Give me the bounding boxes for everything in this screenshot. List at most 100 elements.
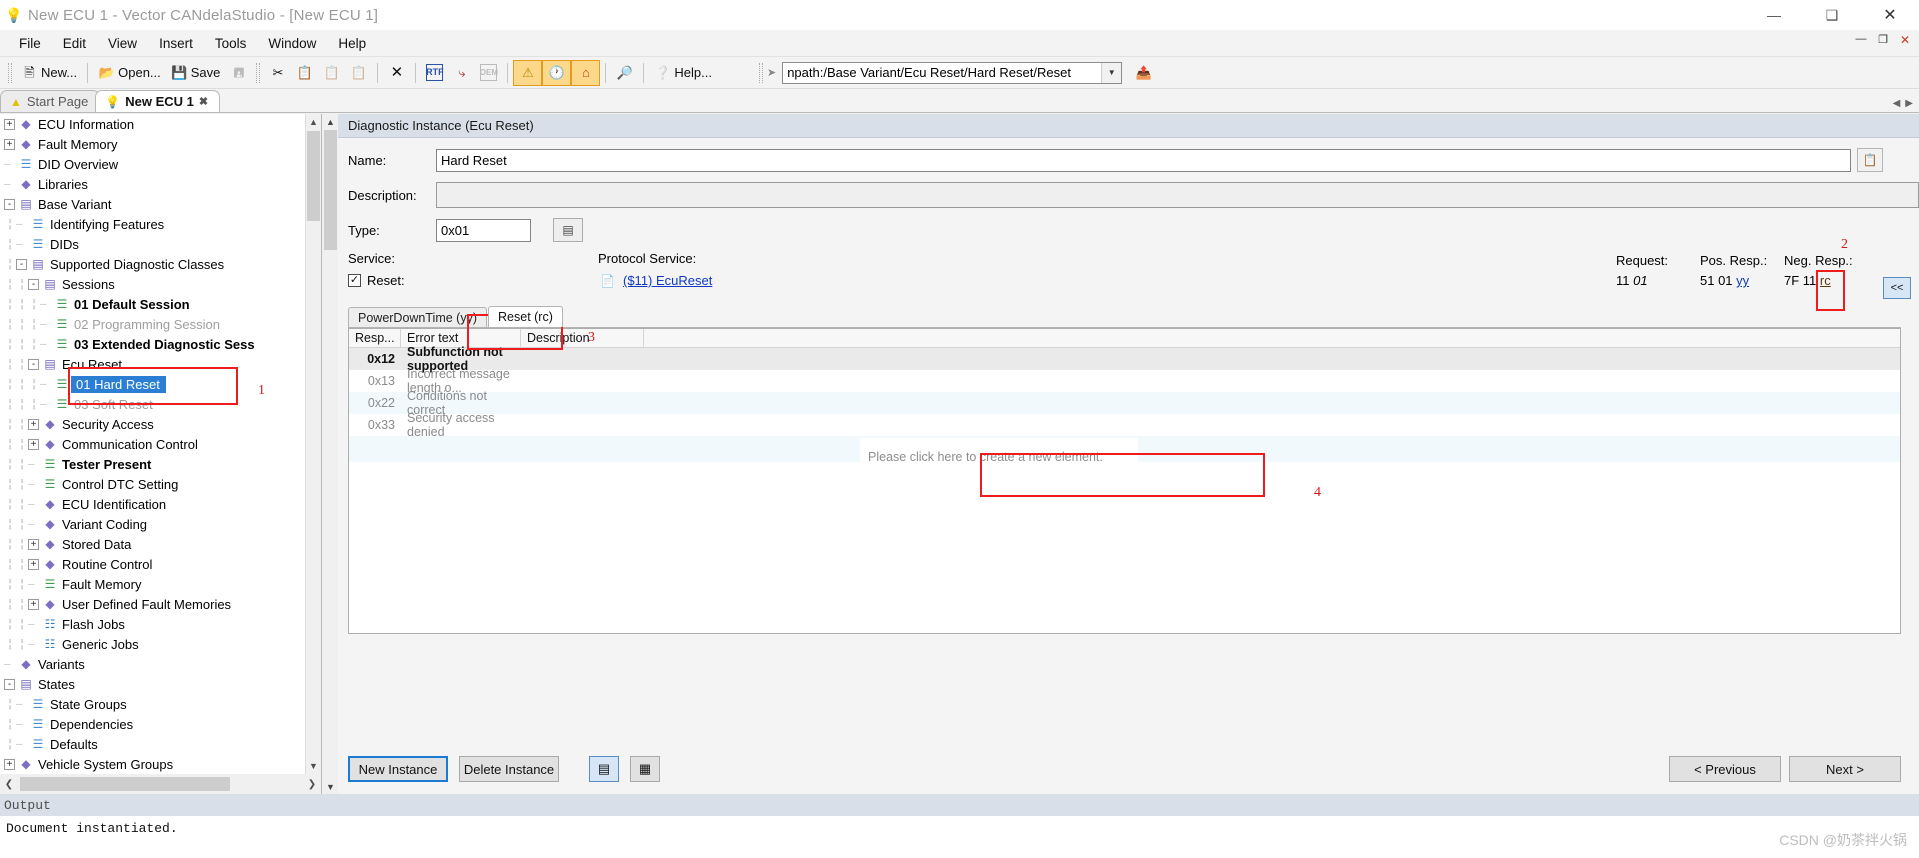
save-button[interactable]: 💾 Save (166, 60, 226, 86)
tree-item-dependencies[interactable]: ¦ ─ ☰ Dependencies (0, 714, 305, 734)
tab-powerdowntime[interactable]: PowerDownTime (yy) (348, 307, 488, 327)
toolbar-grip-2[interactable] (256, 62, 261, 83)
tab-new-ecu-1[interactable]: 💡 New ECU 1 ✖ (95, 90, 221, 112)
paste-special-button[interactable]: 📋 (345, 60, 372, 86)
tab-start-page[interactable]: ▲ Start Page (0, 90, 101, 112)
tree-item-defaults[interactable]: ¦ ─ ☰ Defaults (0, 734, 305, 754)
collapse-icon[interactable]: - (4, 198, 15, 210)
scroll-right-icon[interactable]: ❯ (303, 779, 321, 790)
scroll-up-icon[interactable]: ▲ (306, 114, 321, 130)
tree-item-vehicle-system-groups[interactable]: + ◆ Vehicle System Groups (0, 754, 305, 774)
tree-hscroll-thumb[interactable] (20, 777, 230, 791)
menu-help[interactable]: Help (327, 33, 377, 54)
tree-item-communication-control[interactable]: ¦ ¦ + ◆ Communication Control (0, 434, 305, 454)
open-button[interactable]: 📂 Open... (93, 60, 166, 86)
tree-hscroll-track[interactable] (18, 777, 303, 791)
tree-vertical-scrollbar[interactable]: ▲ ▼ (305, 114, 321, 774)
expand-icon[interactable]: + (4, 118, 15, 130)
warnings-button[interactable]: ⚠ (513, 59, 543, 86)
pos-resp-param-link[interactable]: yy (1736, 273, 1749, 288)
menu-insert[interactable]: Insert (148, 33, 204, 54)
tree-item-states[interactable]: - ▤ States (0, 674, 305, 694)
tree-item-security-access[interactable]: ¦ ¦ + ◆ Security Access (0, 414, 305, 434)
collapse-icon[interactable]: - (4, 678, 15, 690)
rtf-export-button[interactable]: RTF (421, 60, 448, 86)
tree-item-tester-present[interactable]: ¦ ¦ ─ ☰ Tester Present (0, 454, 305, 474)
menu-edit[interactable]: Edit (52, 33, 97, 54)
minimize-button[interactable]: — (1745, 0, 1803, 30)
collapse-icon[interactable]: - (28, 358, 39, 370)
tree-item-libraries[interactable]: ─ ◆ Libraries (0, 174, 305, 194)
paste-button[interactable]: 📋 (318, 60, 345, 86)
name-picker-button[interactable]: 📋 (1857, 148, 1883, 172)
tree-item-generic-jobs[interactable]: ¦ ¦ ─ ☷ Generic Jobs (0, 634, 305, 654)
main-vscroll-thumb[interactable] (324, 130, 337, 250)
oem-button[interactable]: OEM (475, 60, 502, 86)
next-button[interactable]: Next > (1789, 756, 1901, 782)
tree-horizontal-scrollbar[interactable]: ❮ ❯ (0, 774, 321, 794)
collapse-icon[interactable]: - (28, 278, 39, 290)
path-combo[interactable]: ▼ (782, 61, 1123, 84)
delete-instance-button[interactable]: Delete Instance (459, 756, 559, 782)
scroll-up-icon[interactable]: ▲ (323, 114, 338, 129)
mdi-restore-button[interactable]: ❐ (1873, 33, 1893, 47)
table-row[interactable]: 0x22 Conditions not correct (349, 389, 1900, 417)
expand-icon[interactable]: + (4, 138, 15, 150)
neg-resp-param-link[interactable]: rc (1820, 273, 1831, 288)
history-button[interactable]: 🕐 (542, 59, 572, 86)
service-reset-checkbox-row[interactable]: ✓ Reset: (348, 273, 405, 288)
maximize-button[interactable]: ❑ (1803, 0, 1861, 30)
tree-item-dids[interactable]: ¦ ─ ☰ DIDs (0, 234, 305, 254)
tree-item-02-programming-session[interactable]: ¦ ¦ ¦ ─ ☰ 02 Programming Session (0, 314, 305, 334)
tree-item-01-default-session[interactable]: ¦ ¦ ¦ ─ ☰ 01 Default Session (0, 294, 305, 314)
link-button[interactable]: ⤷ (448, 60, 475, 86)
toolbar-grip-3[interactable] (758, 62, 763, 83)
column-header-resp[interactable]: Resp... (349, 329, 401, 347)
delete-button[interactable]: ✕ (383, 60, 410, 86)
mdi-close-button[interactable]: ✕ (1895, 33, 1915, 47)
tree-item-flash-jobs[interactable]: ¦ ¦ ─ ☷ Flash Jobs (0, 614, 305, 634)
expand-icon[interactable]: + (28, 438, 39, 450)
tree-item-state-groups[interactable]: ¦ ─ ☰ State Groups (0, 694, 305, 714)
expand-icon[interactable]: + (28, 538, 39, 550)
close-button[interactable]: ✕ (1861, 0, 1919, 30)
menu-window[interactable]: Window (257, 33, 327, 54)
new-element-box[interactable]: Please click here to create a new elemen… (860, 438, 1138, 475)
close-icon[interactable]: ✖ (199, 95, 208, 108)
tree-item-variant-coding[interactable]: ¦ ¦ ─ ◆ Variant Coding (0, 514, 305, 534)
tree-vscroll-thumb[interactable] (307, 131, 320, 221)
tab-scroll-right-icon[interactable]: ▶ (1905, 98, 1913, 109)
goto-path-button[interactable]: 📤 (1130, 60, 1157, 86)
mdi-minimize-button[interactable]: — (1851, 33, 1871, 47)
tree-item-user-defined-fault-memories[interactable]: ¦ ¦ + ◆ User Defined Fault Memories (0, 594, 305, 614)
tree-item-supported-diagnostic-classes[interactable]: ¦ - ▤ Supported Diagnostic Classes (0, 254, 305, 274)
tree-item-variants[interactable]: ─ ◆ Variants (0, 654, 305, 674)
output-body[interactable]: Document instantiated. (0, 816, 1919, 858)
previous-button[interactable]: < Previous (1669, 756, 1781, 782)
new-element-row[interactable]: Please click here to create a new elemen… (349, 436, 1900, 475)
tree-item-did-overview[interactable]: ─ ☰ DID Overview (0, 154, 305, 174)
protocol-service-link[interactable]: ($11) EcuReset (623, 273, 712, 288)
error-code-grid[interactable]: Resp... Error text Description 0x12 Subf… (348, 328, 1901, 634)
new-button[interactable]: 🖹 New... (16, 60, 82, 86)
type-input[interactable] (436, 218, 531, 242)
name-input[interactable] (436, 148, 1851, 172)
menu-view[interactable]: View (97, 33, 148, 54)
tab-scroll-left-icon[interactable]: ◀ (1893, 98, 1901, 109)
table-row[interactable]: 0x12 Subfunction not supported (349, 345, 1900, 373)
collapse-button[interactable]: << (1883, 277, 1911, 299)
tree-item-routine-control[interactable]: ¦ ¦ + ◆ Routine Control (0, 554, 305, 574)
tree-item-ecu-identification[interactable]: ¦ ¦ ─ ◆ ECU Identification (0, 494, 305, 514)
reset-checkbox[interactable]: ✓ (348, 274, 361, 287)
expand-icon[interactable]: + (4, 758, 15, 770)
home-button[interactable]: ⌂ (571, 59, 601, 86)
tree-item-ecu-information[interactable]: + ◆ ECU Information (0, 114, 305, 134)
menu-tools[interactable]: Tools (204, 33, 258, 54)
tree-item-03-extended-diagnostic-sess[interactable]: ¦ ¦ ¦ ─ ☰ 03 Extended Diagnostic Sess (0, 334, 305, 354)
tree-item-stored-data[interactable]: ¦ ¦ + ◆ Stored Data (0, 534, 305, 554)
scroll-down-icon[interactable]: ▼ (306, 758, 321, 774)
find-button[interactable]: 🔎 (611, 60, 638, 86)
tree-item-ecu-reset[interactable]: ¦ ¦ - ▤ Ecu Reset (0, 354, 305, 374)
scroll-down-icon[interactable]: ▼ (323, 779, 338, 794)
save-all-button[interactable]: 🖪 (225, 60, 252, 86)
